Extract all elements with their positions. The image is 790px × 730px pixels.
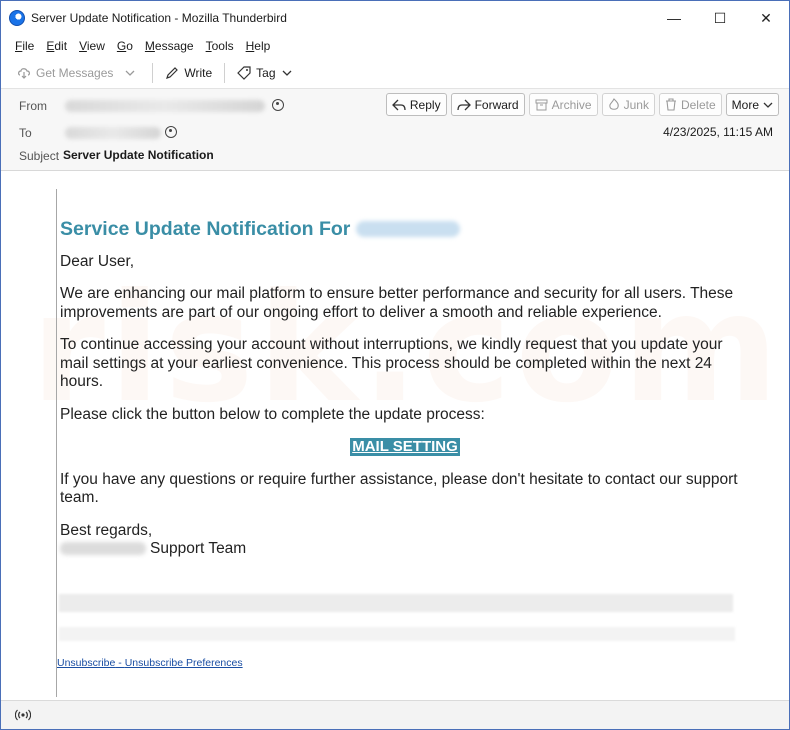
thunderbird-window: Server Update Notification - Mozilla Thu… — [0, 0, 790, 730]
footer-links: Unsubscribe - Unsubscribe Preferences — [57, 657, 243, 669]
redacted-company — [60, 542, 146, 556]
quote-bar — [56, 189, 57, 697]
pencil-icon — [166, 66, 179, 79]
from-address-redacted[interactable] — [65, 100, 265, 112]
flame-icon — [608, 98, 619, 110]
archive-box-icon — [535, 99, 548, 110]
menu-help[interactable]: Help — [240, 37, 277, 55]
download-mail-icon — [18, 67, 30, 79]
email-heading: Service Update Notification For — [60, 220, 750, 239]
thunderbird-logo-icon — [9, 10, 25, 26]
mail-setting-button[interactable]: MAIL SETTING — [350, 438, 460, 456]
greeting: Dear User, — [60, 252, 135, 270]
menu-bar: File Edit View Go Message Tools Help — [1, 35, 789, 57]
delete-button[interactable]: Delete — [658, 93, 722, 116]
unsubscribe-preferences-link[interactable]: Unsubscribe Preferences — [125, 657, 243, 669]
forward-arrow-icon — [456, 99, 471, 110]
reply-button[interactable]: Reply — [385, 93, 447, 116]
cta-wrapper: MAIL SETTING — [60, 438, 750, 457]
reply-arrow-icon — [391, 99, 406, 110]
window-title: Server Update Notification - Mozilla Thu… — [31, 11, 287, 25]
subject-label: Subject — [19, 149, 60, 163]
main-toolbar: Get Messages Write Tag — [1, 57, 789, 89]
title-bar: Server Update Notification - Mozilla Thu… — [1, 1, 789, 35]
minimize-button[interactable]: — — [651, 1, 697, 35]
menu-edit[interactable]: Edit — [40, 37, 73, 55]
chevron-down-icon — [282, 70, 291, 76]
message-actions: Reply Forward Archive Junk Delete More — [385, 93, 779, 116]
message-body: risk.com Service Update Notification For… — [1, 172, 789, 699]
redacted-footer-line — [59, 627, 735, 641]
menu-go[interactable]: Go — [111, 37, 139, 55]
menu-file[interactable]: File — [9, 37, 40, 55]
paragraph-1: We are enhancing our mail platform to en… — [60, 285, 734, 321]
closing: Best regards, — [60, 521, 153, 539]
chevron-down-icon — [125, 70, 135, 76]
subject-value: Server Update Notification — [63, 148, 214, 162]
trash-icon — [665, 98, 676, 111]
message-date: 4/23/2025, 11:15 AM — [663, 125, 773, 139]
archive-button[interactable]: Archive — [528, 93, 598, 116]
chevron-down-icon — [763, 102, 773, 108]
menu-message[interactable]: Message — [139, 37, 200, 55]
link-separator: - — [115, 657, 125, 669]
contact-icon[interactable] — [165, 126, 177, 138]
contact-icon[interactable] — [272, 99, 284, 111]
toolbar-separator — [224, 62, 226, 83]
signature-line: Support Team — [60, 540, 750, 559]
forward-button[interactable]: Forward — [450, 93, 525, 116]
menu-view[interactable]: View — [73, 37, 111, 55]
tag-icon — [237, 65, 251, 80]
get-messages-dropdown[interactable] — [119, 65, 146, 81]
close-button[interactable]: ✕ — [743, 1, 789, 35]
wifi-signal-icon[interactable] — [15, 708, 31, 722]
get-messages-button[interactable]: Get Messages — [11, 63, 119, 83]
unsubscribe-link[interactable]: Unsubscribe — [57, 657, 115, 669]
from-label: From — [19, 99, 47, 113]
to-address-redacted[interactable] — [65, 127, 161, 139]
write-button[interactable]: Write — [159, 63, 218, 83]
redacted-footer-line — [59, 594, 733, 612]
tag-button[interactable]: Tag — [231, 63, 297, 83]
window-controls: — ☐ ✕ — [651, 1, 789, 35]
to-label: To — [19, 126, 32, 140]
paragraph-4: If you have any questions or require fur… — [60, 470, 738, 507]
status-bar — [1, 700, 789, 729]
paragraph-3: Please click the button below to complet… — [60, 405, 485, 423]
more-button[interactable]: More — [725, 93, 779, 116]
redacted-domain — [356, 221, 461, 238]
menu-tools[interactable]: Tools — [200, 37, 240, 55]
message-header: From To Subject Server Update Notificati… — [1, 89, 789, 171]
signature: Support Team — [150, 540, 247, 557]
paragraph-2: To continue accessing your account witho… — [60, 336, 723, 390]
junk-button[interactable]: Junk — [601, 93, 655, 116]
toolbar-separator — [152, 62, 154, 83]
email-content: Service Update Notification For Dear Use… — [60, 220, 750, 559]
maximize-button[interactable]: ☐ — [697, 1, 743, 35]
